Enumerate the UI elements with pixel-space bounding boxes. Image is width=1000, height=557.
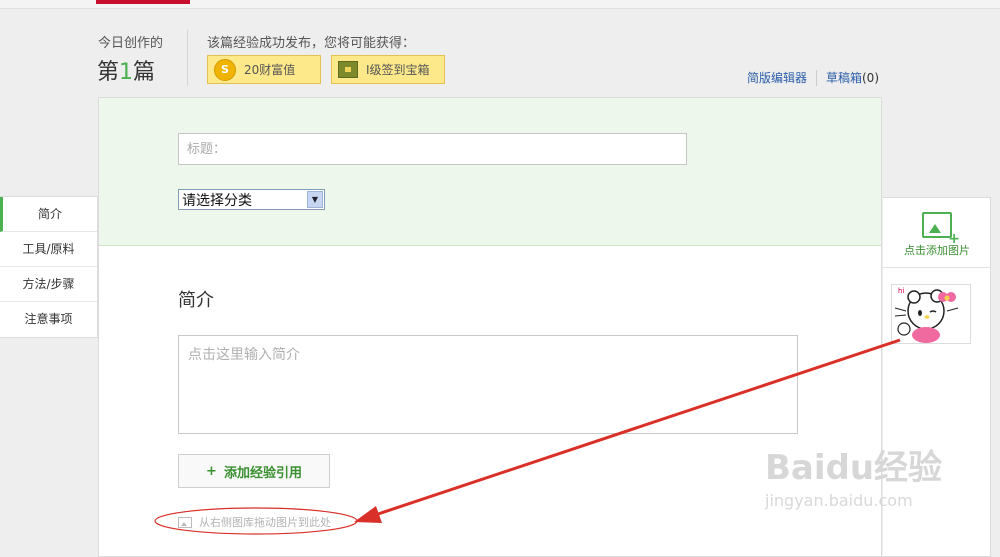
baidu-watermark: Baidu经验 jingyan.baidu.com	[765, 440, 942, 510]
reward-label: 该篇经验成功发布，您将可能获得：	[207, 36, 416, 51]
intro-heading: 简介	[178, 290, 214, 311]
editor-links: 简版编辑器 草稿箱 (0)	[747, 69, 879, 86]
treasure-chest-icon	[338, 61, 358, 78]
title-section: 请选择分类 ▼	[99, 98, 881, 246]
intro-textarea[interactable]	[178, 335, 798, 434]
hello-kitty-image: hi	[894, 287, 959, 343]
watermark-brand: Baidu经验	[765, 448, 943, 488]
reward-chest-badge: I级签到宝箱	[331, 55, 445, 84]
title-input[interactable]	[178, 133, 687, 165]
watermark-url: jingyan.baidu.com	[765, 491, 913, 510]
library-thumbnail[interactable]: hi	[891, 284, 971, 344]
nav-item-tools[interactable]: 工具/原料	[0, 232, 97, 267]
add-reference-label: 添加经验引用	[223, 465, 302, 481]
article-count: 第1篇	[97, 54, 155, 86]
header-divider	[187, 30, 188, 86]
plus-icon: +	[206, 463, 217, 479]
svg-text:hi: hi	[898, 287, 904, 295]
count-prefix: 第	[97, 60, 120, 85]
drafts-count: (0)	[862, 70, 879, 85]
nav-item-intro[interactable]: 简介	[0, 197, 97, 232]
add-picture-label: 点击添加图片	[904, 244, 970, 257]
reward-wealth-badge: S 20财富值	[207, 55, 321, 84]
link-divider	[815, 69, 817, 86]
category-select[interactable]: 请选择分类 ▼	[178, 189, 325, 210]
add-picture-button[interactable]: 点击添加图片	[883, 212, 991, 258]
today-created-label: 今日创作的	[98, 36, 164, 51]
category-selected-value: 请选择分类	[182, 192, 252, 209]
nav-item-notes[interactable]: 注意事项	[0, 302, 97, 337]
count-suffix: 篇	[133, 60, 156, 85]
add-image-icon	[922, 212, 960, 246]
drafts-link[interactable]: 草稿箱	[826, 69, 862, 86]
reward-wealth-label: 20财富值	[244, 63, 296, 77]
chevron-down-icon[interactable]: ▼	[307, 191, 323, 208]
coin-icon: S	[214, 58, 236, 81]
reward-chest-label: I级签到宝箱	[366, 63, 430, 77]
simple-editor-link[interactable]: 简版编辑器	[747, 69, 807, 86]
site-logo[interactable]	[96, 0, 190, 4]
drag-hint-text: 从右侧图库拖动图片到此处	[199, 516, 331, 529]
nav-item-steps[interactable]: 方法/步骤	[0, 267, 97, 302]
panel-divider	[883, 267, 991, 268]
add-reference-button[interactable]: + 添加经验引用	[178, 454, 330, 488]
count-number: 1	[119, 60, 134, 85]
image-icon	[178, 516, 192, 528]
section-nav: 简介 工具/原料 方法/步骤 注意事项	[0, 196, 98, 338]
image-drop-zone[interactable]: 从右侧图库拖动图片到此处	[178, 514, 331, 530]
